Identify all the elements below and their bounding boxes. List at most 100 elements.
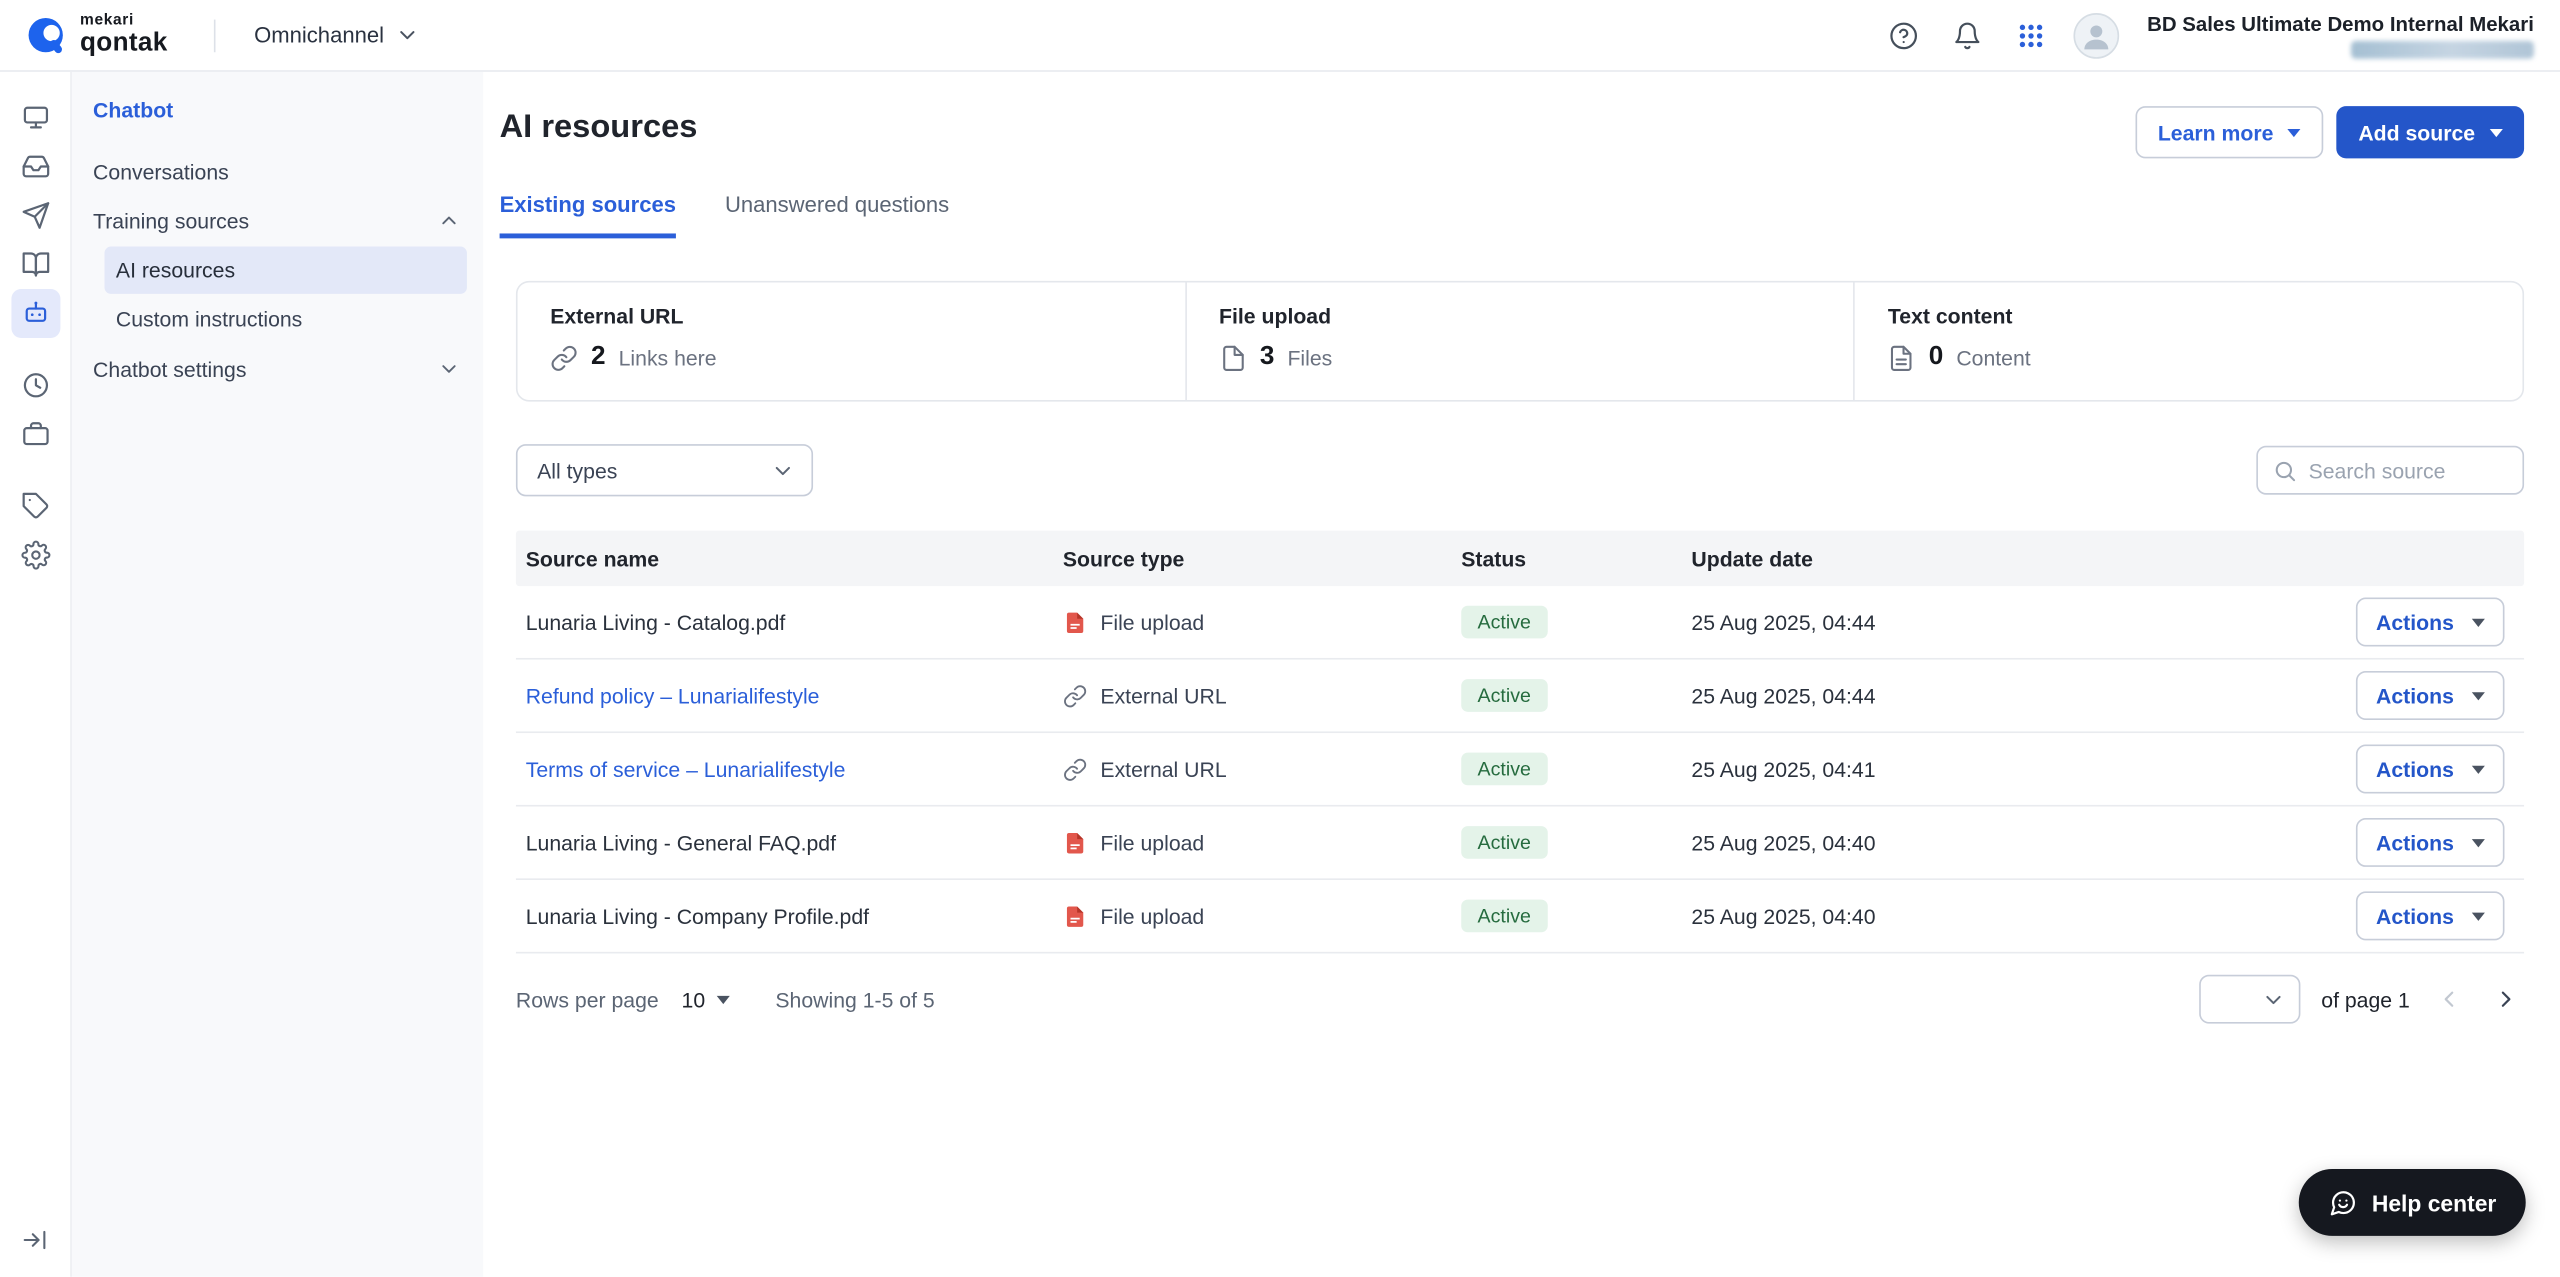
sidebar-item-custom-instructions[interactable]: Custom instructions: [104, 296, 466, 343]
book-open-icon: [21, 252, 49, 277]
caret-down-icon: [2471, 838, 2485, 847]
sources-table: Source name Source type Status Update da…: [515, 530, 2525, 954]
product-switcher[interactable]: Omnichannel: [254, 23, 420, 47]
source-name-link[interactable]: Terms of service – Lunarialifestyle: [526, 757, 1063, 781]
actions-label: Actions: [2376, 903, 2454, 929]
link-icon: [1064, 684, 1087, 707]
caret-down-icon: [2471, 691, 2485, 700]
actions-button[interactable]: Actions: [2356, 891, 2505, 941]
rail-inbox-button[interactable]: [11, 142, 60, 191]
table-row: Lunaria Living - Company Profile.pdf Fil…: [515, 880, 2525, 954]
pagination-bar: Rows per page 10 Showing 1-5 of 5 of pag…: [515, 974, 2524, 1024]
tab-existing-sources[interactable]: Existing sources: [499, 193, 676, 239]
tab-unanswered-questions[interactable]: Unanswered questions: [725, 193, 949, 239]
sidebar-item-label: Training sources: [93, 208, 250, 233]
add-source-button[interactable]: Add source: [2337, 106, 2525, 159]
sidebar-item-label: AI resources: [115, 257, 236, 283]
inbox-icon: [21, 155, 49, 178]
source-type-label: File upload: [1100, 903, 1205, 929]
stat-value-row: 0 Content: [1888, 343, 2523, 372]
link-icon: [551, 345, 577, 371]
previous-page-button[interactable]: [2431, 981, 2467, 1017]
source-name: Lunaria Living - Catalog.pdf: [525, 609, 786, 635]
source-stats-card: External URL 2 Links here File upload 3 …: [515, 280, 2525, 402]
sidebar-section-title: Chatbot: [93, 97, 174, 123]
caret-down-icon: [716, 995, 730, 1004]
source-type-label: File upload: [1100, 609, 1205, 635]
sidebar-collapse-button[interactable]: [14, 1218, 56, 1260]
qontak-logo-icon: [28, 17, 63, 53]
status-cell: Active: [1461, 752, 1691, 786]
of-page-text: of page 1: [2321, 986, 2410, 1012]
file-icon: [1222, 344, 1244, 371]
qontak-logo[interactable]: mekari qontak: [26, 13, 167, 58]
actions-cell: Actions: [2356, 744, 2524, 794]
rail-dashboard-button[interactable]: [11, 93, 60, 142]
rail-products-button[interactable]: [11, 410, 60, 459]
rows-per-page-select[interactable]: 10: [682, 987, 730, 1011]
topbar: mekari qontak Omnichannel BD Sales Ultim…: [0, 0, 2560, 72]
update-date: 25 Aug 2025, 04:41: [1691, 756, 1876, 782]
topbar-right: BD Sales Ultimate Demo Internal Mekari: [1883, 12, 2534, 58]
learn-more-button[interactable]: Learn more: [2134, 106, 2325, 159]
brand-mekari: mekari: [79, 11, 134, 29]
status-badge: Active: [1461, 826, 1548, 859]
sidebar: Chatbot Conversations Training sources A…: [71, 71, 484, 1277]
help-circle-icon: [1890, 21, 1918, 49]
rail-knowledge-button[interactable]: [11, 240, 60, 289]
type-filter-select[interactable]: All types: [515, 444, 814, 497]
tab-bar: Existing sources Unanswered questions: [499, 193, 2524, 239]
actions-cell: Actions: [2356, 597, 2524, 647]
showing-text: Showing 1-5 of 5: [775, 986, 935, 1012]
actions-button[interactable]: Actions: [2356, 744, 2505, 794]
update-date: 25 Aug 2025, 04:44: [1691, 609, 1876, 635]
source-type-cell: File upload: [1063, 904, 1461, 928]
rail-chatbot-button[interactable]: [10, 288, 60, 338]
caret-down-icon: [2471, 764, 2485, 774]
caret-down-icon: [2471, 911, 2485, 920]
source-type-label: External URL: [1100, 756, 1227, 782]
notifications-button[interactable]: [1946, 14, 1988, 56]
sidebar-item-conversations[interactable]: Conversations: [93, 147, 467, 196]
rail-history-button[interactable]: [11, 361, 60, 410]
rows-per-page-label: Rows per page: [515, 986, 659, 1012]
source-type-cell: External URL: [1063, 757, 1461, 781]
source-name-link[interactable]: Refund policy – Lunarialifestyle: [526, 683, 1063, 707]
rail-settings-button[interactable]: [11, 531, 60, 580]
source-type-label: External URL: [1100, 683, 1227, 708]
pdf-icon: [1066, 832, 1084, 853]
sidebar-item-ai-resources[interactable]: AI resources: [104, 246, 467, 294]
stat-count: 2: [591, 342, 606, 371]
stat-unit: Links here: [618, 345, 717, 370]
help-center-button[interactable]: Help center: [2298, 1168, 2526, 1236]
actions-button[interactable]: Actions: [2356, 817, 2505, 867]
icon-rail: [0, 71, 72, 1277]
rows-per-page-value: 10: [681, 986, 706, 1012]
column-header-source-type: Source type: [1062, 546, 1185, 571]
type-filter-value: All types: [537, 457, 618, 483]
rail-broadcast-button[interactable]: [11, 191, 60, 240]
status-cell: Active: [1461, 826, 1691, 859]
page-select[interactable]: [2198, 974, 2301, 1024]
actions-button[interactable]: Actions: [2356, 671, 2505, 720]
search-input[interactable]: [2308, 457, 2508, 483]
table-row: Lunaria Living - Catalog.pdf File upload…: [515, 586, 2525, 660]
sidebar-item-chatbot-settings[interactable]: Chatbot settings: [93, 344, 467, 393]
search-icon: [2275, 461, 2296, 481]
smiley-chat-icon: [2330, 1190, 2355, 1215]
user-name: BD Sales Ultimate Demo Internal Mekari: [2147, 12, 2534, 36]
help-button[interactable]: [1883, 14, 1925, 56]
rail-tags-button[interactable]: [11, 482, 60, 531]
apps-menu-button[interactable]: [2010, 14, 2052, 56]
column-header-status: Status: [1461, 546, 1527, 571]
user-avatar[interactable]: [2073, 12, 2120, 58]
briefcase-icon: [22, 422, 48, 446]
stat-external-url: External URL 2 Links here: [518, 282, 1185, 400]
next-page-button[interactable]: [2488, 981, 2524, 1017]
product-switcher-label: Omnichannel: [254, 22, 385, 48]
actions-button[interactable]: Actions: [2356, 597, 2505, 647]
actions-label: Actions: [2376, 609, 2454, 635]
topbar-divider: [213, 18, 215, 52]
actions-label: Actions: [2376, 756, 2454, 782]
sidebar-item-training-sources[interactable]: Training sources: [93, 196, 467, 245]
